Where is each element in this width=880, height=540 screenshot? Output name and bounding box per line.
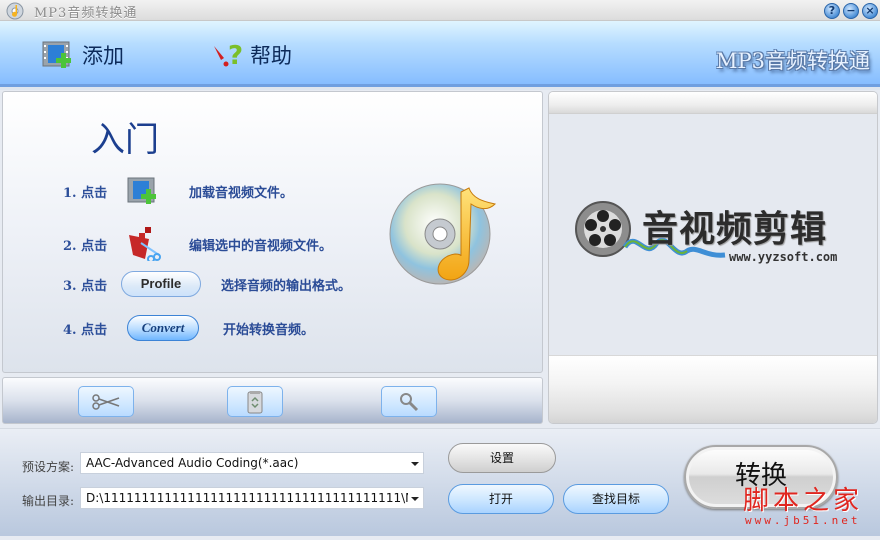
chevron-down-icon <box>411 497 419 501</box>
preset-value: AAC-Advanced Audio Coding(*.aac) <box>86 456 299 470</box>
step-description: 加载音视频文件。 <box>189 185 294 201</box>
step-4: 4. 点击 Convert 开始转换音频。 <box>63 313 314 343</box>
help-icon: ? <box>214 41 243 70</box>
preview-logo-text: 音视频剪辑 <box>642 208 828 250</box>
cut-button[interactable] <box>78 386 134 417</box>
help-button[interactable]: ? 帮助 <box>212 38 292 72</box>
cd-music-note-icon <box>389 183 496 285</box>
recycle-bin-icon <box>247 390 263 413</box>
help-label: 帮助 <box>250 44 292 68</box>
add-media-icon <box>127 177 156 204</box>
close-icon: × <box>865 4 875 17</box>
getting-started-panel: 入门 1. 点击 加载音视频文件。 2. 点击 编辑选中的音视频文件。 3. 点… <box>2 91 543 373</box>
edit-clip-icon <box>129 227 161 261</box>
settings-button[interactable]: 设置 <box>448 443 556 473</box>
open-button[interactable]: 打开 <box>448 484 554 514</box>
add-media-icon <box>42 41 71 68</box>
profile-button[interactable]: Profile <box>121 271 201 297</box>
output-dir-value: D:\1111111111111111111111111111111111111… <box>86 491 408 505</box>
preset-select[interactable]: AAC-Advanced Audio Coding(*.aac) <box>80 452 424 474</box>
step-description: 开始转换音频。 <box>223 322 315 338</box>
watermark-text: 脚本之家 <box>743 486 864 516</box>
step-number: 1. 点击 <box>63 185 108 201</box>
step-2: 2. 点击 编辑选中的音视频文件。 <box>63 227 333 261</box>
step-description: 编辑选中的音视频文件。 <box>189 238 333 254</box>
title-bar: MP3音频转换通 ? − × <box>0 0 880 21</box>
intro-heading: 入门 <box>91 120 159 160</box>
scissors-icon <box>92 393 120 410</box>
question-icon: ? <box>828 4 836 17</box>
preview-logo-url: www.yyzsoft.com <box>729 250 838 264</box>
output-dir-select[interactable]: D:\1111111111111111111111111111111111111… <box>80 487 424 509</box>
minimize-window-button[interactable]: − <box>843 3 859 19</box>
add-button[interactable]: 添加 <box>42 38 124 72</box>
watermark-url: www.jb51.net <box>745 514 861 527</box>
step-1: 1. 点击 加载音视频文件。 <box>63 176 293 206</box>
app-window: MP3音频转换通 ? − × 添加 ? 帮助 MP3音频转换通 入门 1. 点击… <box>0 0 880 540</box>
preview-top-cap <box>549 92 877 114</box>
output-dir-label: 输出目录: <box>22 494 75 508</box>
delete-button[interactable] <box>227 386 283 417</box>
brand-title: MP3音频转换通 <box>716 49 870 73</box>
minimize-icon: − <box>846 4 856 17</box>
close-window-button[interactable]: × <box>862 3 878 19</box>
find-target-button[interactable]: 查找目标 <box>563 484 669 514</box>
step-3: 3. 点击 Profile 选择音频的输出格式。 <box>63 269 351 299</box>
file-tool-strip <box>2 377 543 424</box>
add-label: 添加 <box>82 44 124 68</box>
window-title: MP3音频转换通 <box>34 6 138 21</box>
step-number: 4. 点击 <box>63 322 108 338</box>
chevron-down-icon <box>411 462 419 466</box>
main-toolbar: 添加 ? 帮助 MP3音频转换通 <box>0 21 880 90</box>
help-window-button[interactable]: ? <box>824 3 840 19</box>
preview-bottom-cap <box>549 355 877 423</box>
app-cd-icon <box>6 2 24 20</box>
preview-panel: 音视频剪辑 www.yyzsoft.com <box>548 91 878 424</box>
find-button[interactable] <box>381 386 437 417</box>
convert-pill-button[interactable]: Convert <box>127 315 199 341</box>
magnifier-icon <box>400 392 419 411</box>
preset-label: 预设方案: <box>22 460 75 474</box>
step-description: 选择音频的输出格式。 <box>221 278 352 294</box>
step-number: 2. 点击 <box>63 238 108 254</box>
svg-text:?: ? <box>228 41 243 70</box>
step-number: 3. 点击 <box>63 278 108 294</box>
